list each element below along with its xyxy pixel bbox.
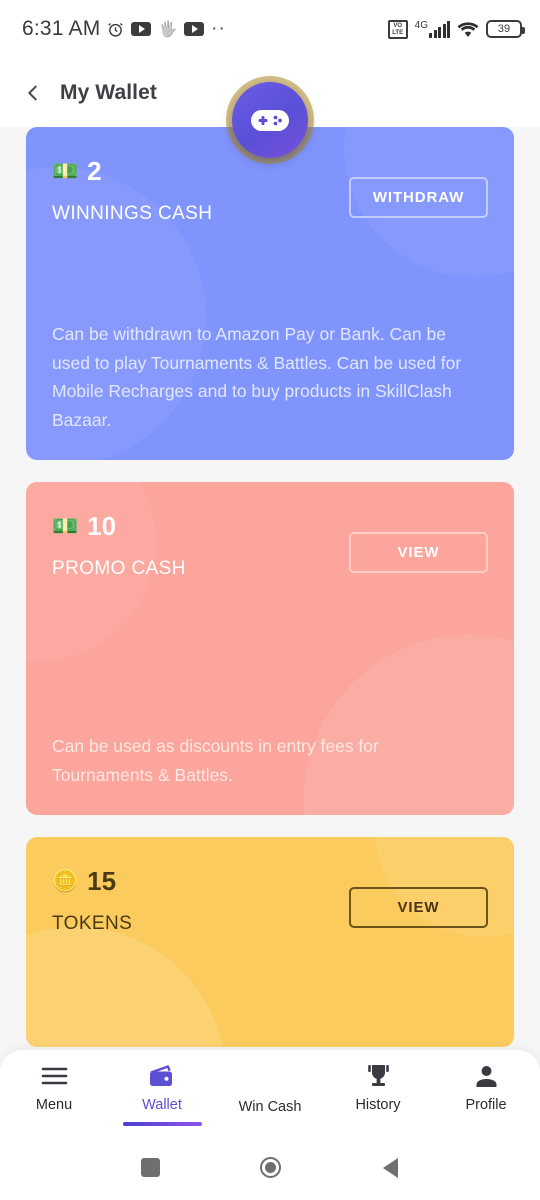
back-button[interactable] [20, 80, 46, 106]
home-button[interactable] [249, 1147, 291, 1189]
amount-row: 💵 2 [52, 158, 212, 184]
promo-cash-view-button[interactable]: VIEW [349, 532, 488, 573]
square-icon [140, 1158, 160, 1177]
nav-label-wallet: Wallet [142, 1097, 182, 1113]
wifi-icon [457, 21, 479, 38]
nav-item-wallet[interactable]: Wallet [108, 1050, 216, 1135]
nav-item-profile[interactable]: Profile [432, 1050, 540, 1135]
banknote-icon: 💵 [52, 514, 79, 538]
hand-icon: 🖐 [158, 20, 178, 38]
gamepad-icon [251, 109, 289, 131]
person-icon [474, 1061, 499, 1091]
status-bar-clock: 6:31 AM [22, 17, 101, 40]
recents-button[interactable] [129, 1147, 171, 1189]
hamburger-menu-icon [41, 1061, 68, 1091]
nav-label-win-cash: Win Cash [238, 1099, 302, 1115]
tokens-amount: 15 [87, 866, 117, 896]
nav-label-profile: Profile [465, 1097, 507, 1113]
network-type-label: 4G [414, 20, 428, 31]
nav-item-menu[interactable]: Menu [0, 1050, 108, 1135]
tokens-label: TOKENS [52, 913, 133, 934]
card-header: 💵 2 WINNINGS CASH WITHDRAW [52, 158, 488, 225]
withdraw-button[interactable]: WITHDRAW [349, 177, 488, 218]
tokens-card: 🪙 15 TOKENS VIEW [26, 837, 514, 1047]
card-header: 💵 10 PROMO CASH VIEW [52, 513, 488, 580]
winnings-cash-description: Can be withdrawn to Amazon Pay or Bank. … [52, 324, 462, 430]
card-balance-block: 🪙 15 TOKENS [52, 868, 132, 935]
more-dots-icon: ·· [211, 18, 226, 40]
volte-icon: VO LTE [387, 19, 408, 39]
status-bar-right: VO LTE 4G 39 [387, 19, 525, 39]
token-coin-icon: 🪙 [52, 869, 79, 893]
card-balance-block: 💵 10 PROMO CASH [52, 513, 186, 580]
nav-label-menu: Menu [35, 1097, 73, 1113]
triangle-back-icon [382, 1157, 398, 1178]
back-nav-button[interactable] [369, 1147, 411, 1189]
winnings-cash-amount: 2 [87, 156, 102, 186]
youtube-icon [131, 22, 152, 36]
promo-cash-label: PROMO CASH [52, 558, 186, 579]
trophy-icon [366, 1061, 391, 1091]
bottom-navigation: Menu Wallet Win Cash History Profile [0, 1050, 540, 1135]
page-title: My Wallet [60, 80, 157, 104]
signal-strength-icon: 4G [415, 20, 450, 38]
nav-item-win-cash[interactable]: Win Cash [216, 1050, 324, 1135]
android-system-nav [0, 1135, 540, 1200]
winnings-cash-label: WINNINGS CASH [52, 203, 213, 224]
nav-active-indicator [122, 1122, 202, 1126]
win-cash-fab[interactable] [232, 82, 308, 158]
youtube-icon [184, 22, 205, 36]
battery-icon: 39 [486, 20, 525, 38]
banknote-icon: 💵 [52, 159, 79, 183]
promo-cash-amount: 10 [87, 511, 117, 541]
status-bar: 6:31 AM 🖐 ·· VO LTE 4G 39 [0, 0, 540, 58]
card-header: 🪙 15 TOKENS VIEW [52, 868, 488, 935]
winnings-cash-card: 💵 2 WINNINGS CASH WITHDRAW Can be withdr… [26, 127, 514, 460]
decorative-blob [26, 927, 226, 1047]
wallet-icon [148, 1061, 176, 1091]
battery-level-label: 39 [497, 23, 511, 35]
circle-icon [259, 1157, 281, 1178]
card-balance-block: 💵 2 WINNINGS CASH [52, 158, 212, 225]
amount-row: 🪙 15 [52, 868, 132, 894]
alarm-clock-icon [107, 21, 124, 38]
nav-item-history[interactable]: History [324, 1050, 432, 1135]
status-bar-left: 6:31 AM 🖐 ·· [22, 17, 226, 41]
nav-label-history: History [355, 1097, 401, 1113]
tokens-view-button[interactable]: VIEW [349, 887, 488, 928]
promo-cash-card: 💵 10 PROMO CASH VIEW Can be used as disc… [26, 482, 514, 815]
wallet-card-list: 💵 2 WINNINGS CASH WITHDRAW Can be withdr… [0, 127, 540, 1200]
promo-cash-description: Can be used as discounts in entry fees f… [52, 736, 379, 785]
amount-row: 💵 10 [52, 513, 186, 539]
